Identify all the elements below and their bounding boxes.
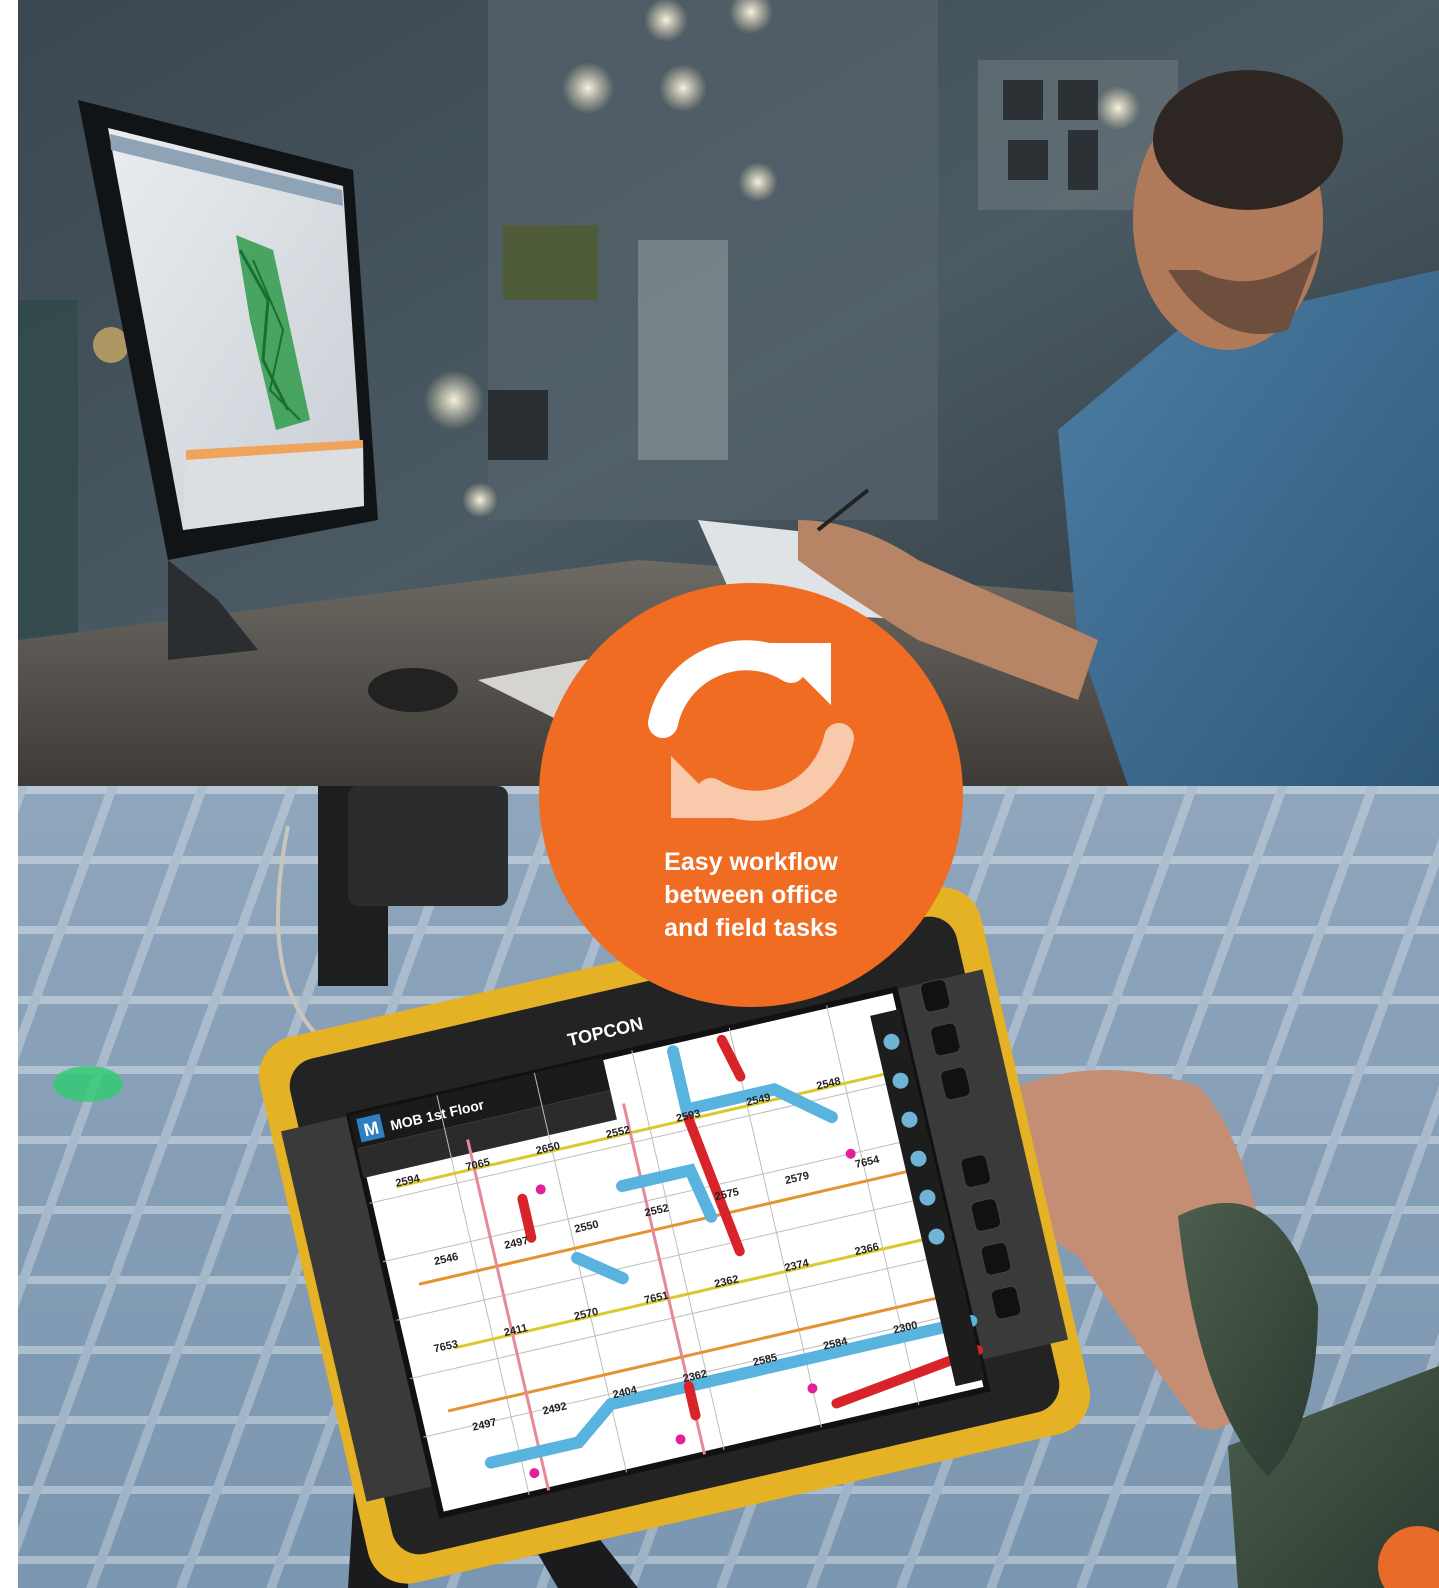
badge-caption-line-2: between office	[664, 881, 838, 909]
badge-caption-line-1: Easy workflow	[664, 848, 838, 876]
badge-caption: Easy workflow between office and field t…	[539, 846, 963, 945]
workflow-badge: Easy workflow between office and field t…	[539, 583, 963, 1007]
badge-caption-line-3: and field tasks	[664, 914, 838, 942]
sync-arrows-icon	[648, 640, 854, 821]
